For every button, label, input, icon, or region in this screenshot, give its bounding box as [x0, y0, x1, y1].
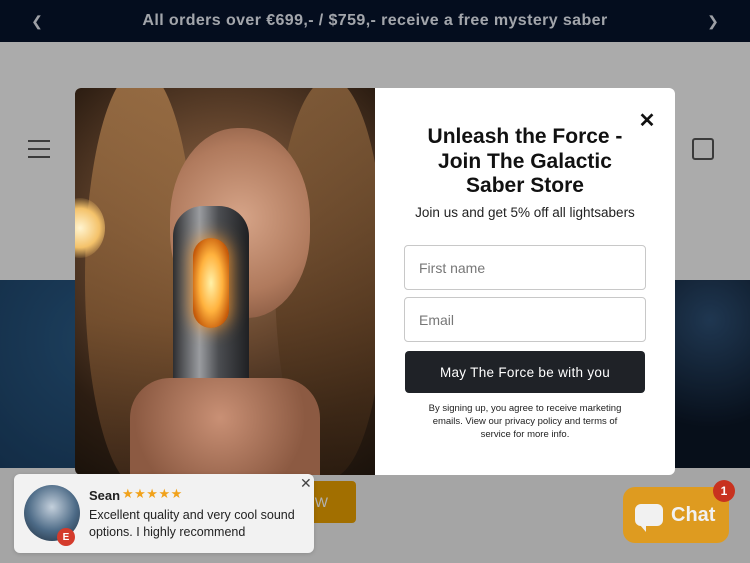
chat-unread-badge: 1 — [713, 480, 735, 502]
first-name-field[interactable] — [404, 245, 646, 290]
signup-form: ✕ Unleash the Force - Join The Galactic … — [375, 88, 675, 475]
promo-image — [75, 88, 375, 475]
star-rating: ★★★★★ — [122, 486, 183, 501]
lightsaber-glow — [193, 238, 229, 328]
review-text: Excellent quality and very cool sound op… — [89, 508, 295, 539]
signup-modal: ✕ Unleash the Force - Join The Galactic … — [75, 88, 675, 475]
reviewer-name: Sean — [89, 488, 121, 503]
email-field[interactable] — [404, 297, 646, 342]
popup-title: Unleash the Force - Join The Galactic Sa… — [427, 125, 623, 197]
close-icon[interactable]: ✕ — [300, 475, 312, 492]
review-popup[interactable]: E Sean ★★★★★ Excellent quality and very … — [14, 474, 314, 553]
close-icon[interactable]: ✕ — [637, 110, 657, 132]
chat-label: Chat — [671, 503, 716, 526]
chat-bubble-icon — [635, 504, 663, 532]
submit-button[interactable]: May The Force be with you — [405, 351, 645, 393]
avatar-badge: E — [57, 528, 75, 546]
popup-subtitle: Join us and get 5% off all lightsabers — [415, 205, 635, 220]
legal-text: By signing up, you agree to receive mark… — [428, 403, 622, 440]
